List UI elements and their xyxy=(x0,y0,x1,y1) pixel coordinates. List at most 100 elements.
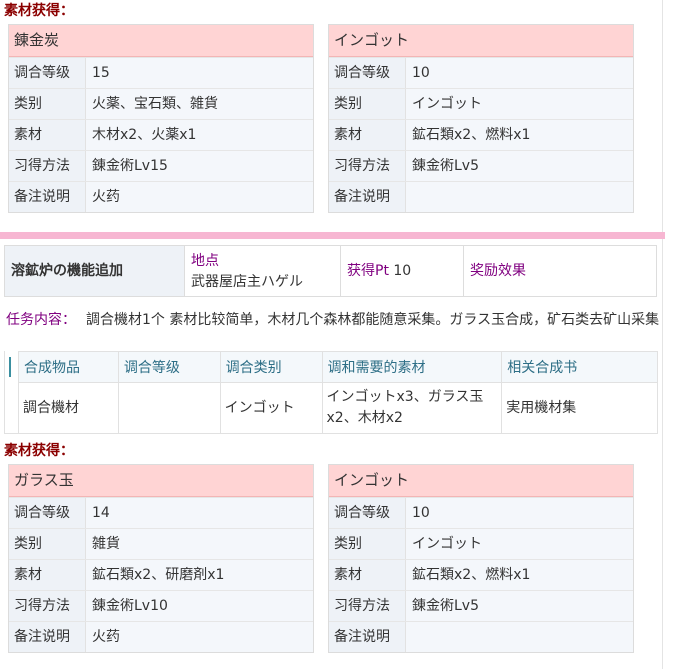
row-label: 类别 xyxy=(9,529,86,559)
row-value: 火药 xyxy=(86,182,313,212)
header-cell: 调合类别 xyxy=(219,351,323,383)
card-row: 类别 火薬、宝石類、雑貨 xyxy=(9,88,313,119)
row-value: 錬金術Lv5 xyxy=(406,151,633,181)
card-row: 调合等级 14 xyxy=(9,497,313,528)
header-cell: 调合等级 xyxy=(117,351,221,383)
table-cell: インゴット xyxy=(219,382,323,434)
material-card-ingot: インゴット 调合等级 10 类别 インゴット 素材 鉱石類x2、燃料x1 习得方法 錬金… xyxy=(328,24,634,213)
table-header-row: 合成物品 调合等级 调合类别 调和需要的素材 相关合成书 xyxy=(18,351,658,383)
quest-reward-cell: 奖励效果 xyxy=(464,246,656,296)
row-label: 调合等级 xyxy=(9,498,86,528)
section-title: 素材获得： xyxy=(4,3,74,19)
card-title: インゴット xyxy=(329,25,633,57)
card-row: 素材 鉱石類x2、燃料x1 xyxy=(329,119,633,150)
row-value: 火药 xyxy=(86,622,313,652)
row-label: 类别 xyxy=(329,89,406,119)
card-row: 习得方法 錬金術Lv15 xyxy=(9,150,313,181)
card-row: 备注说明 xyxy=(329,621,633,652)
table-cell xyxy=(117,382,221,434)
row-value: 10 xyxy=(406,498,633,528)
card-row: 备注说明 xyxy=(329,181,633,212)
row-label: 习得方法 xyxy=(9,591,86,621)
row-label: 调合等级 xyxy=(329,498,406,528)
row-label: 类别 xyxy=(329,529,406,559)
row-value: 10 xyxy=(406,58,633,88)
table-row: 調合機材 インゴット インゴットx3、ガラス玉x2、木材x2 実用機材集 xyxy=(18,382,658,434)
table-row-marker xyxy=(4,351,18,434)
row-value: 14 xyxy=(86,498,313,528)
task-description: 任务内容： 調合機材1个 素材比较简单，木材几个森林都能随意采集。ガラス玉合成，矿… xyxy=(6,309,661,331)
row-label: 类别 xyxy=(9,89,86,119)
row-value: 鉱石類x2、燃料x1 xyxy=(406,120,633,150)
card-row: 素材 鉱石類x2、燃料x1 xyxy=(329,559,633,590)
card-row: 类别 インゴット xyxy=(329,88,633,119)
table-cell: インゴットx3、ガラス玉x2、木材x2 xyxy=(321,382,503,434)
row-label: 调合等级 xyxy=(329,58,406,88)
quest-name: 溶鉱炉の機能追加 xyxy=(5,246,185,296)
card-row: 备注说明 火药 xyxy=(9,621,313,652)
card-row: 习得方法 錬金術Lv10 xyxy=(9,590,313,621)
row-value: 鉱石類x2、燃料x1 xyxy=(406,560,633,590)
material-card-glass-ball: ガラス玉 调合等级 14 类别 雑貨 素材 鉱石類x2、研磨剤x1 习得方法 錬金術Lv… xyxy=(8,464,314,653)
row-value: 雑貨 xyxy=(86,529,313,559)
row-label: 习得方法 xyxy=(9,151,86,181)
card-row: 调合等级 10 xyxy=(329,497,633,528)
card-title: ガラス玉 xyxy=(9,465,313,497)
location-value: 武器屋店主ハゲル xyxy=(191,273,303,290)
card-row: 类别 雑貨 xyxy=(9,528,313,559)
section-divider xyxy=(0,232,665,239)
pt-value: 10 xyxy=(393,263,412,279)
header-cell: 调和需要的素材 xyxy=(321,351,503,383)
card-title: インゴット xyxy=(329,465,633,497)
reward-label: 奖励效果 xyxy=(470,263,526,279)
material-card-ingot: インゴット 调合等级 10 类别 インゴット 素材 鉱石類x2、燃料x1 习得方法 錬金… xyxy=(328,464,634,653)
row-label: 素材 xyxy=(329,560,406,590)
card-row: 素材 鉱石類x2、研磨剤x1 xyxy=(9,559,313,590)
row-value: 錬金術Lv5 xyxy=(406,591,633,621)
row-value: 錬金術Lv15 xyxy=(86,151,313,181)
row-label: 调合等级 xyxy=(9,58,86,88)
row-label: 素材 xyxy=(9,560,86,590)
table-cell: 実用機材集 xyxy=(501,382,658,434)
row-label: 素材 xyxy=(9,120,86,150)
row-value xyxy=(406,182,633,212)
card-row: 习得方法 錬金術Lv5 xyxy=(329,150,633,181)
card-row: 调合等级 10 xyxy=(329,57,633,88)
row-label: 备注说明 xyxy=(329,622,406,652)
card-row: 素材 木材x2、火薬x1 xyxy=(9,119,313,150)
row-value: インゴット xyxy=(406,89,633,119)
location-label: 地点 xyxy=(191,252,219,269)
row-value: インゴット xyxy=(406,529,633,559)
card-row: 备注说明 火药 xyxy=(9,181,313,212)
card-title: 錬金炭 xyxy=(9,25,313,57)
row-label: 习得方法 xyxy=(329,591,406,621)
card-row: 类别 インゴット xyxy=(329,528,633,559)
section-title: 素材获得： xyxy=(4,443,74,459)
row-value: 火薬、宝石類、雑貨 xyxy=(86,89,313,119)
row-value xyxy=(406,622,633,652)
row-label: 习得方法 xyxy=(329,151,406,181)
card-row: 调合等级 15 xyxy=(9,57,313,88)
card-row: 习得方法 錬金術Lv5 xyxy=(329,590,633,621)
quest-location-cell: 地点 武器屋店主ハゲル xyxy=(185,246,341,296)
row-label: 素材 xyxy=(329,120,406,150)
row-value: 15 xyxy=(86,58,313,88)
row-label: 备注说明 xyxy=(329,182,406,212)
row-value: 鉱石類x2、研磨剤x1 xyxy=(86,560,313,590)
row-label: 备注说明 xyxy=(9,622,86,652)
header-cell: 合成物品 xyxy=(18,351,119,383)
row-value: 錬金術Lv10 xyxy=(86,591,313,621)
task-text: 調合機材1个 素材比较简单，木材几个森林都能随意采集。ガラス玉合成，矿石类去矿山… xyxy=(86,312,660,328)
task-label: 任务内容： xyxy=(6,312,76,328)
row-label: 备注说明 xyxy=(9,182,86,212)
pt-label: 获得Pt xyxy=(347,263,389,279)
quest-pt-cell: 获得Pt 10 xyxy=(341,246,464,296)
table-cell: 調合機材 xyxy=(18,382,119,434)
header-cell: 相关合成书 xyxy=(501,351,658,383)
quest-row: 溶鉱炉の機能追加 地点 武器屋店主ハゲル 获得Pt 10 奖励效果 xyxy=(4,245,657,297)
row-value: 木材x2、火薬x1 xyxy=(86,120,313,150)
page-border xyxy=(662,0,663,669)
synthesis-table: 合成物品 调合等级 调合类别 调和需要的素材 相关合成书 調合機材 インゴット … xyxy=(18,351,658,434)
material-card-alchemy-coal: 錬金炭 调合等级 15 类别 火薬、宝石類、雑貨 素材 木材x2、火薬x1 习得方法錬… xyxy=(8,24,314,213)
marker-stripe xyxy=(9,357,11,377)
